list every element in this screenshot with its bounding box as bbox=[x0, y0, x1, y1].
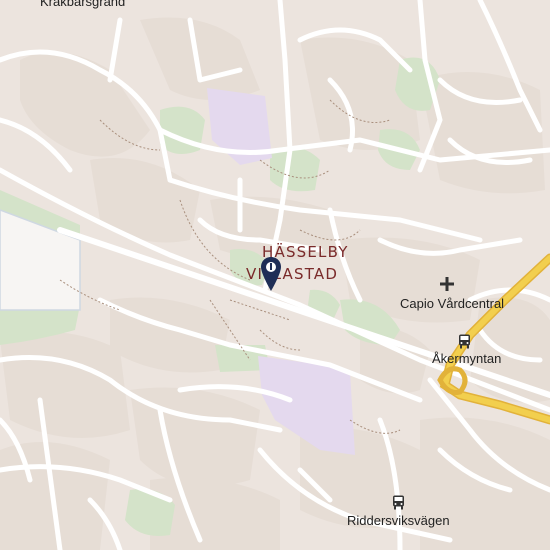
bus-stop-label-riddersviksvagen[interactable]: Riddersviksvägen bbox=[347, 513, 450, 528]
map-view[interactable]: Krakbärsgränd HÄSSELBY VILLASTAD Capio V… bbox=[0, 0, 550, 550]
bus-icon[interactable] bbox=[392, 495, 405, 515]
bus-stop-label-akermyntan[interactable]: Åkermyntan bbox=[432, 351, 501, 366]
location-pin-icon[interactable] bbox=[260, 256, 282, 297]
clinic-label[interactable]: Capio Vårdcentral bbox=[400, 296, 504, 311]
street-label-krakbarsgrand: Krakbärsgränd bbox=[40, 0, 126, 9]
medical-cross-icon[interactable] bbox=[440, 277, 454, 296]
